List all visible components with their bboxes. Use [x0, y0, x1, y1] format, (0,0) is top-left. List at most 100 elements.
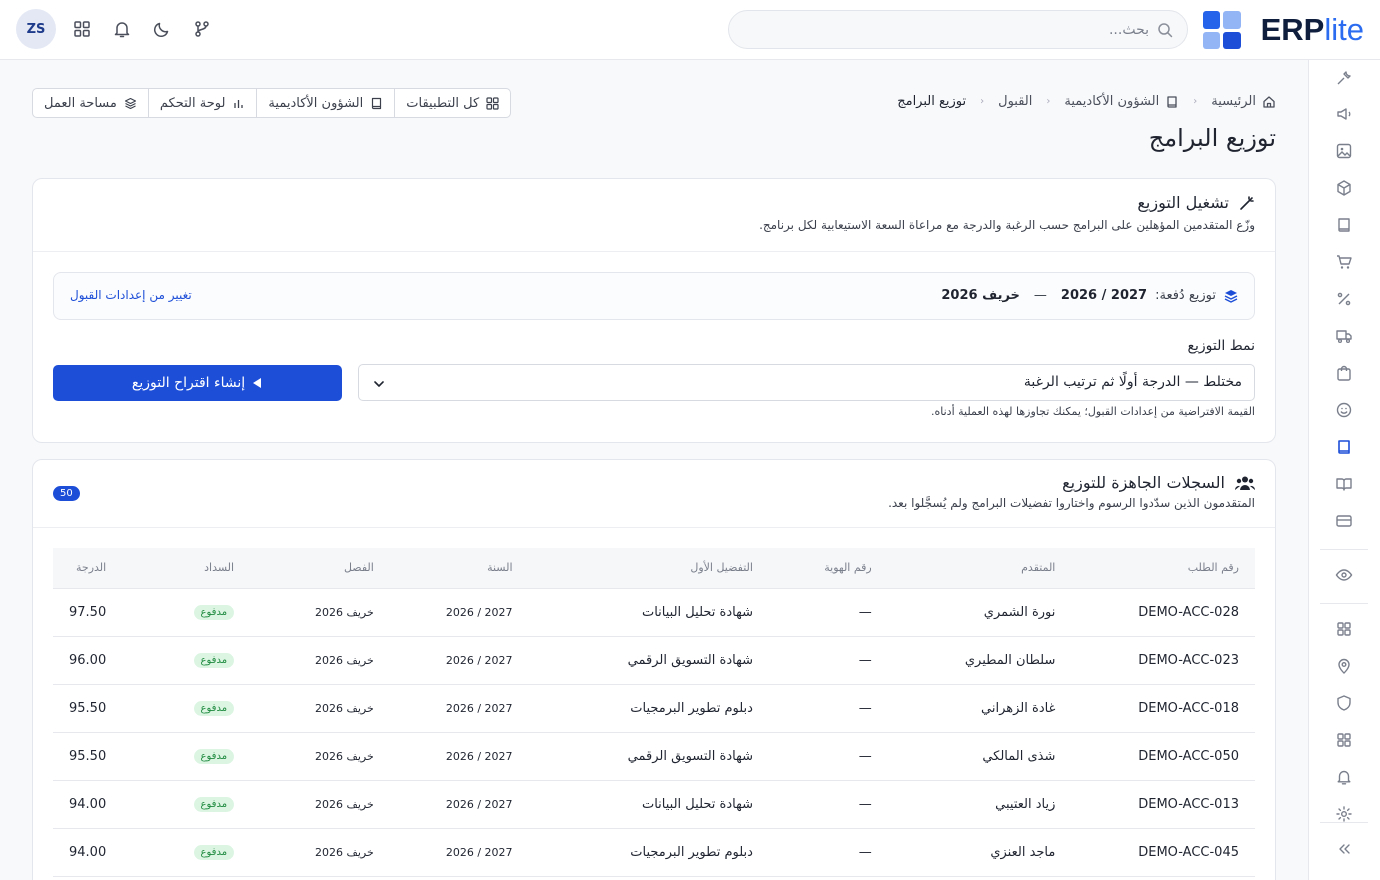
search-input[interactable]: [789, 11, 1149, 48]
national-id-cell: —: [768, 588, 888, 637]
quick-link-dashboard[interactable]: لوحة التحكم: [147, 89, 257, 117]
payment-status-cell: مدفوع: [122, 732, 251, 781]
tools-icon[interactable]: [1335, 69, 1353, 87]
image-icon[interactable]: [1335, 142, 1353, 160]
megaphone-icon[interactable]: [1335, 105, 1353, 123]
cohort-term: خريف 2026: [941, 288, 1020, 303]
term-cell: خريف 2026: [250, 588, 390, 637]
apps-grid-icon[interactable]: [1335, 620, 1353, 638]
column-header[interactable]: الفصل: [250, 548, 390, 589]
first-preference-cell: دبلوم تطوير البرمجيات: [528, 684, 769, 733]
shield-icon[interactable]: [1335, 694, 1353, 712]
column-header[interactable]: السنة: [389, 548, 529, 589]
moon-icon[interactable]: [152, 19, 172, 39]
breadcrumb-admission[interactable]: القبول: [998, 94, 1032, 109]
book-icon: [1167, 95, 1177, 108]
column-header[interactable]: الدرجة: [53, 548, 123, 589]
breadcrumb-separator: ‹: [1193, 96, 1198, 107]
score-cell: 95.50: [53, 732, 123, 781]
search-box[interactable]: [728, 10, 1188, 49]
first-preference-cell: دبلوم تطوير البرمجيات: [528, 828, 769, 877]
top-bar: ERPlite ZS: [0, 0, 1380, 60]
payment-status-cell: مدفوع: [122, 684, 251, 733]
collapse-icon[interactable]: [1335, 840, 1353, 858]
national-id-cell: —: [768, 780, 888, 829]
payment-status-cell: مدفوع: [122, 588, 251, 637]
book-icon: [372, 97, 382, 109]
bag-icon[interactable]: [1335, 364, 1353, 382]
column-header[interactable]: رقم الهوية: [768, 548, 888, 589]
column-header[interactable]: المتقدم: [887, 548, 1072, 589]
breadcrumb-label: القبول: [998, 94, 1033, 109]
column-header[interactable]: السداد: [122, 548, 251, 589]
run-card-subtitle: وزّع المتقدمين المؤهلين على البرامج حسب …: [759, 218, 1255, 232]
change-settings-link[interactable]: تغيير من إعدادات القبول: [70, 288, 192, 302]
table-row[interactable]: DEMO-ACC-023 سلطان المطيري — شهادة التسويق …: [53, 636, 1255, 685]
table-row[interactable]: DEMO-ACC-028 نورة الشمري — شهادة تحليل البي…: [53, 588, 1255, 637]
bell-icon[interactable]: [112, 19, 132, 39]
score-cell: 95.50: [53, 684, 123, 733]
eye-icon[interactable]: [1335, 566, 1353, 584]
book-icon[interactable]: [1335, 216, 1353, 234]
card-header: تشغيل التوزيع وزّع المتقدمين المؤهلين عل…: [759, 193, 1255, 232]
table-row[interactable]: DEMO-ACC-018 غادة الزهراني — دبلوم تطوير ال…: [53, 684, 1255, 733]
applicant-name-cell: زياد العتيبي: [887, 780, 1072, 829]
applicant-name-cell: نورة الشمري: [887, 588, 1072, 637]
open-book-icon[interactable]: [1335, 475, 1353, 493]
quick-link-label: لوحة التحكم: [159, 95, 226, 111]
quick-link-academic[interactable]: الشؤون الأكاديمية: [256, 89, 394, 117]
main-content: الرئيسية ‹ الشؤون الأكاديمية ‹ القبول ‹ …: [0, 60, 1308, 880]
gear-icon[interactable]: [1335, 805, 1353, 823]
year-cell: 2026 / 2027: [389, 588, 529, 637]
apps-grid-icon: [486, 96, 499, 110]
breadcrumb-academic[interactable]: الشؤون الأكاديمية: [1064, 94, 1179, 109]
truck-icon[interactable]: [1335, 327, 1353, 345]
year-cell: 2026 / 2027: [389, 780, 529, 829]
national-id-cell: —: [768, 684, 888, 733]
applicant-name-cell: غادة الزهراني: [887, 684, 1072, 733]
percent-icon[interactable]: [1335, 290, 1353, 308]
cube-icon[interactable]: [1335, 179, 1353, 197]
book-active-icon[interactable]: [1335, 438, 1353, 456]
apps-grid-icon[interactable]: [1335, 731, 1353, 749]
generate-button-label: إنشاء اقتراح التوزيع: [131, 375, 246, 391]
user-avatar[interactable]: ZS: [16, 9, 56, 49]
brand-name: ERPlite: [1260, 12, 1364, 47]
application-id-cell: DEMO-ACC-018: [1071, 684, 1255, 733]
quick-link-all-apps[interactable]: كل التطبيقات: [394, 89, 510, 117]
credit-card-icon[interactable]: [1335, 512, 1353, 530]
mode-label: نمط التوزيع: [1187, 338, 1255, 354]
application-id-cell: DEMO-ACC-023: [1071, 636, 1255, 685]
generate-proposal-button[interactable]: إنشاء اقتراح التوزيع: [53, 365, 342, 401]
column-header[interactable]: التفضيل الأول: [528, 548, 769, 589]
term-cell: خريف 2026: [250, 732, 390, 781]
cohort-prefix: توزيع دُفعة:: [1155, 288, 1216, 303]
sidebar-divider: [1320, 603, 1368, 604]
git-branch-icon[interactable]: [192, 19, 212, 39]
sidebar-divider: [1320, 822, 1368, 823]
mode-selected-value: مختلط — الدرجة أولًا ثم ترتيب الرغبة: [1023, 374, 1242, 390]
apps-grid-icon[interactable]: [72, 19, 92, 39]
records-table: رقم الطلب المتقدم رقم الهوية التفضيل الأ…: [53, 548, 1255, 877]
first-preference-cell: شهادة تحليل البيانات: [528, 780, 769, 829]
home-icon: [1263, 95, 1275, 108]
table-row[interactable]: DEMO-ACC-050 شذى المالكي — شهادة التسويق ال…: [53, 732, 1255, 781]
allocation-mode-select[interactable]: مختلط — الدرجة أولًا ثم ترتيب الرغبة: [358, 364, 1255, 401]
bell-icon[interactable]: [1335, 768, 1353, 786]
bar-chart-icon: [234, 99, 244, 108]
quick-link-label: الشؤون الأكاديمية: [268, 95, 364, 111]
table-row[interactable]: DEMO-ACC-045 ماجد العنزي — دبلوم تطوير البر…: [53, 828, 1255, 877]
brand-logo[interactable]: ERPlite: [1202, 11, 1364, 49]
breadcrumb-home[interactable]: الرئيسية: [1211, 94, 1276, 109]
location-icon[interactable]: [1335, 657, 1353, 675]
cart-icon[interactable]: [1335, 253, 1353, 271]
column-header[interactable]: رقم الطلب: [1071, 548, 1255, 589]
application-id-cell: DEMO-ACC-045: [1071, 828, 1255, 877]
mode-hint: القيمة الافتراضية من إعدادات القبول؛ يمك…: [931, 405, 1255, 418]
quick-link-workspace[interactable]: مساحة العمل: [33, 89, 148, 117]
users-icon: [1235, 476, 1255, 490]
breadcrumb-label: توزيع البرامج: [897, 94, 967, 109]
table-row[interactable]: DEMO-ACC-013 زياد العتيبي — شهادة تحليل الب…: [53, 780, 1255, 829]
term-cell: خريف 2026: [250, 828, 390, 877]
smile-icon[interactable]: [1335, 401, 1353, 419]
